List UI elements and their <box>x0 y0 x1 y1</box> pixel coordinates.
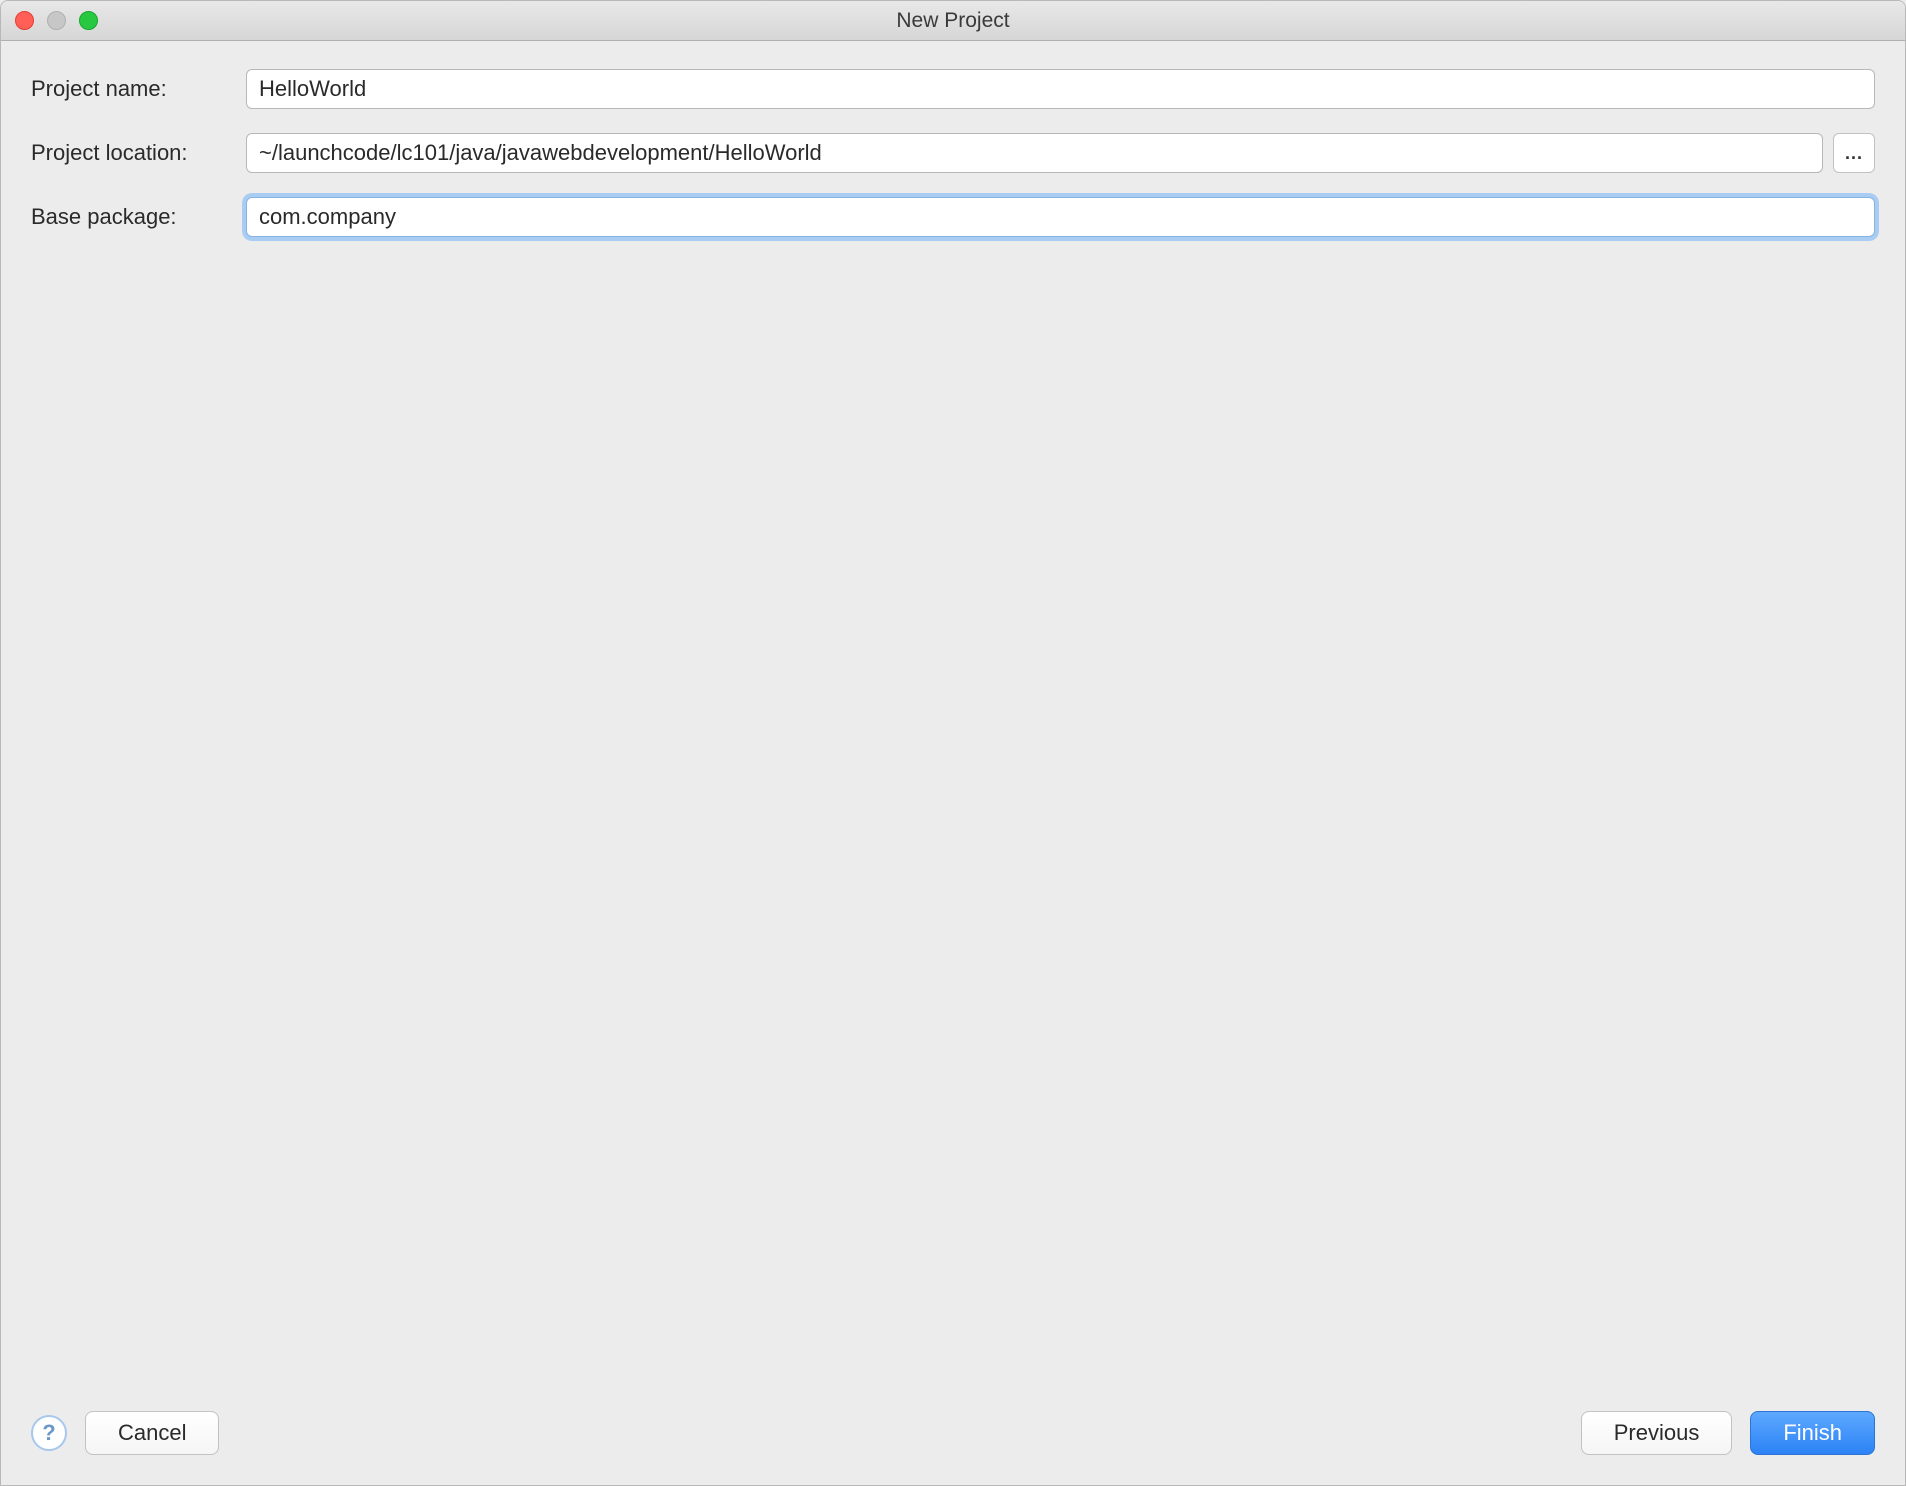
dialog-content: Project name: Project location: ... Base… <box>1 41 1905 1411</box>
maximize-window-button[interactable] <box>79 11 98 30</box>
base-package-label: Base package: <box>31 204 246 230</box>
close-window-button[interactable] <box>15 11 34 30</box>
project-name-label: Project name: <box>31 76 246 102</box>
base-package-row: Base package: <box>31 197 1875 237</box>
window-controls <box>15 11 98 30</box>
finish-button[interactable]: Finish <box>1750 1411 1875 1455</box>
project-location-label: Project location: <box>31 140 246 166</box>
cancel-button[interactable]: Cancel <box>85 1411 219 1455</box>
base-package-input[interactable] <box>246 197 1875 237</box>
project-location-row: Project location: ... <box>31 133 1875 173</box>
help-button[interactable]: ? <box>31 1415 67 1451</box>
spacer <box>31 261 1875 1391</box>
project-name-row: Project name: <box>31 69 1875 109</box>
browse-location-button[interactable]: ... <box>1833 133 1875 173</box>
minimize-window-button <box>47 11 66 30</box>
project-name-input[interactable] <box>246 69 1875 109</box>
dialog-footer: ? Cancel Previous Finish <box>1 1411 1905 1485</box>
footer-right: Previous Finish <box>1581 1411 1875 1455</box>
window-title: New Project <box>1 9 1905 33</box>
previous-button[interactable]: Previous <box>1581 1411 1733 1455</box>
new-project-dialog: New Project Project name: Project locati… <box>0 0 1906 1486</box>
titlebar[interactable]: New Project <box>1 1 1905 41</box>
project-location-input[interactable] <box>246 133 1823 173</box>
